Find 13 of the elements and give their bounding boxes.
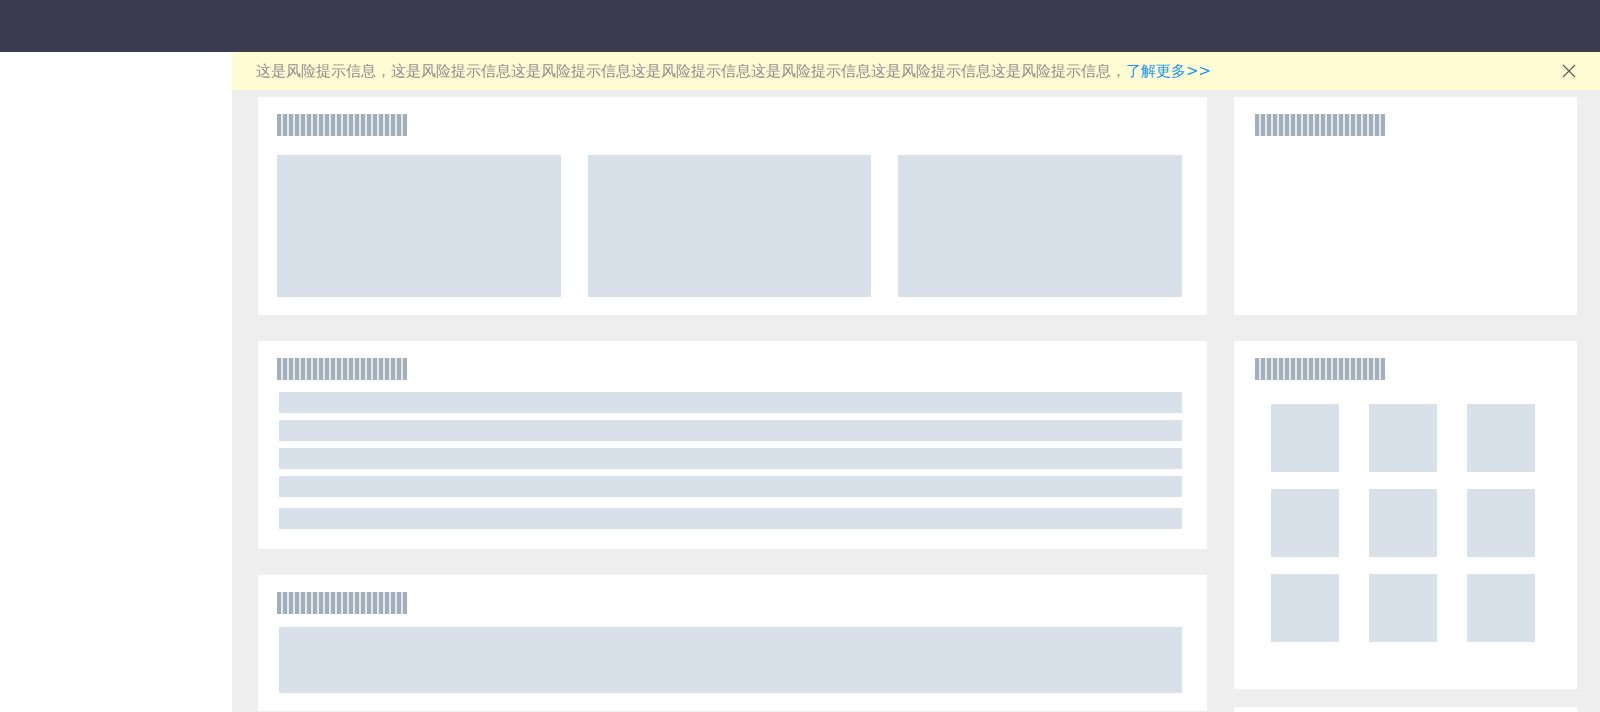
close-button[interactable] xyxy=(1562,64,1576,78)
skeleton-tile xyxy=(1467,404,1535,472)
skeleton-tile xyxy=(1369,574,1437,642)
skeleton-tile xyxy=(1467,489,1535,557)
skeleton-tile xyxy=(1369,489,1437,557)
skeleton-tile xyxy=(1467,574,1535,642)
skeleton-tile xyxy=(1271,404,1339,472)
skeleton-tile xyxy=(1271,489,1339,557)
close-icon xyxy=(1562,64,1576,78)
alert-message: 这是风险提示信息，这是风险提示信息这是风险提示信息这是风险提示信息这是风险提示信息这是风险提示信息这是风险提示信息， xyxy=(256,61,1126,81)
skeleton-tile xyxy=(1271,574,1339,642)
learn-more-link[interactable]: 了解更多>> xyxy=(1126,61,1212,81)
skeleton-tile xyxy=(1369,404,1437,472)
